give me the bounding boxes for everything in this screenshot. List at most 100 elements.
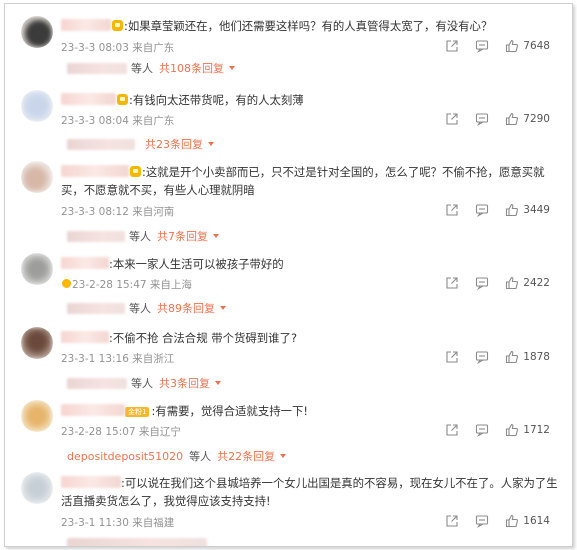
chevron-down-icon[interactable] — [220, 306, 226, 310]
like-count: 1712 — [523, 424, 550, 436]
share-button[interactable] — [445, 203, 459, 217]
chevron-down-icon[interactable] — [280, 454, 287, 458]
view-replies-link[interactable]: 共22条回复 — [217, 448, 275, 464]
share-icon — [446, 351, 458, 363]
comment-icon — [476, 113, 489, 126]
share-button[interactable] — [445, 423, 459, 437]
thumbs-up-icon — [506, 112, 519, 126]
chevron-down-icon[interactable] — [229, 66, 235, 70]
thumbs-up-icon — [506, 203, 519, 217]
comment-icon — [476, 204, 489, 217]
avatar[interactable] — [21, 327, 53, 359]
crown-badge-icon — [130, 166, 141, 177]
comment-text-line: :有钱向太还带货呢，有的人太刻薄 — [61, 91, 562, 109]
like-count: 7648 — [523, 40, 550, 52]
fan-badge: 金粉1 — [125, 407, 150, 417]
share-icon — [446, 515, 458, 527]
reply-suffix: 等人 — [189, 450, 212, 463]
comment-actions: 1614 — [429, 514, 550, 528]
view-replies-link[interactable]: 共108条回复 — [159, 60, 224, 76]
comment-text-line: :这就是开个小卖部而已，只不过是针对全国的，怎么了呢？不偷不抢，愿意买就买，不愿… — [61, 163, 562, 199]
share-button[interactable] — [445, 112, 459, 126]
reply-summary-cut-off — [67, 538, 211, 546]
share-icon — [446, 277, 458, 289]
comment-text-line: :可以说在我们这个县城培养一个女儿出国是真的不容易，现在女儿不在了。人家为了生活… — [61, 474, 562, 510]
share-icon — [446, 113, 458, 125]
reply-usernames-redacted[interactable] — [67, 538, 207, 546]
username-redacted[interactable] — [61, 404, 125, 416]
comment-button[interactable] — [475, 276, 489, 290]
comment-text: :如果章莹颖还在，他们还需要这样吗？有的人真管得太宽了，有没有心？ — [124, 19, 493, 33]
comment-icon — [476, 40, 489, 53]
comment-meta: 23-3-3 08:04 来自广东 — [61, 115, 175, 127]
reply-usernames-redacted[interactable] — [67, 302, 125, 314]
comment-button[interactable] — [475, 423, 489, 437]
like-button[interactable]: 7648 — [505, 39, 550, 53]
like-button[interactable]: 1878 — [505, 350, 550, 364]
comment-meta: 23-3-3 08:03 来自广东 — [61, 42, 175, 54]
reply-usernames-redacted[interactable] — [67, 377, 127, 389]
share-button[interactable] — [445, 350, 459, 364]
share-button[interactable] — [445, 276, 459, 290]
comment-actions: 2422 — [429, 276, 550, 290]
view-replies-link[interactable]: 共7条回复 — [157, 228, 208, 244]
view-replies-link[interactable]: 共3条回复 — [159, 375, 210, 391]
reply-usernames-redacted[interactable] — [67, 138, 135, 150]
like-count: 7290 — [523, 113, 550, 125]
share-button[interactable] — [445, 39, 459, 53]
like-button[interactable]: 3449 — [505, 203, 550, 217]
reply-summary: 等人 共3条回复 — [67, 375, 221, 391]
avatar[interactable] — [21, 90, 53, 122]
avatar[interactable] — [21, 400, 53, 432]
like-button[interactable]: 7290 — [505, 112, 550, 126]
comment-icon — [476, 351, 489, 364]
username-redacted[interactable] — [61, 93, 116, 105]
avatar[interactable] — [21, 16, 53, 48]
crown-badge-icon — [117, 94, 128, 105]
share-button[interactable] — [445, 514, 459, 528]
avatar[interactable] — [21, 253, 53, 285]
avatar[interactable] — [21, 161, 53, 193]
reply-summary: 共23条回复 — [67, 136, 214, 152]
like-button[interactable]: 1614 — [505, 514, 550, 528]
comment-icon — [476, 515, 489, 528]
chevron-down-icon[interactable] — [208, 142, 214, 146]
reply-usernames-redacted[interactable] — [67, 62, 127, 74]
reply-suffix: 等人 — [131, 62, 153, 75]
comment-button[interactable] — [475, 350, 489, 364]
comment-actions: 7290 — [429, 112, 550, 126]
thumbs-up-icon — [506, 350, 519, 364]
username-redacted[interactable] — [61, 476, 121, 488]
view-replies-link[interactable]: 共23条回复 — [145, 136, 203, 152]
comment-text: :可以说在我们这个县城培养一个女儿出国是真的不容易，现在女儿不在了。人家为了生活… — [61, 476, 558, 508]
chevron-down-icon[interactable] — [213, 234, 219, 238]
comment-button[interactable] — [475, 203, 489, 217]
like-button[interactable]: 1712 — [505, 423, 550, 437]
comment-meta: 23-3-3 08:12 来自河南 — [61, 206, 175, 218]
comment-text-line: :不偷不抢 合法合规 带个货碍到谁了? — [61, 329, 562, 347]
like-count: 3449 — [523, 204, 550, 216]
username-redacted[interactable] — [61, 257, 109, 269]
thumbs-up-icon — [506, 423, 519, 437]
like-button[interactable]: 2422 — [505, 276, 550, 290]
share-icon — [446, 40, 458, 52]
reply-usernames-redacted[interactable] — [67, 230, 125, 242]
username-redacted[interactable] — [61, 19, 111, 31]
view-replies-link[interactable]: 共89条回复 — [157, 300, 215, 316]
reply-user-link[interactable]: depositdeposit51020 — [67, 450, 183, 463]
reply-summary: 等人 共89条回复 — [67, 300, 226, 316]
chevron-down-icon[interactable] — [215, 381, 221, 385]
username-redacted[interactable] — [61, 331, 109, 343]
username-redacted[interactable] — [61, 165, 129, 177]
comment-button[interactable] — [475, 112, 489, 126]
thumbs-up-icon — [506, 39, 519, 53]
reply-summary: 等人 共7条回复 — [67, 228, 219, 244]
comment-button[interactable] — [475, 514, 489, 528]
reply-suffix: 等人 — [131, 377, 153, 390]
thumbs-up-icon — [506, 514, 519, 528]
like-count: 1878 — [523, 351, 550, 363]
comment-meta: 23-3-1 13:16 来自浙江 — [61, 353, 175, 365]
comment-text-line: :如果章莹颖还在，他们还需要这样吗？有的人真管得太宽了，有没有心？ — [61, 17, 562, 35]
avatar[interactable] — [21, 472, 53, 504]
comment-button[interactable] — [475, 39, 489, 53]
